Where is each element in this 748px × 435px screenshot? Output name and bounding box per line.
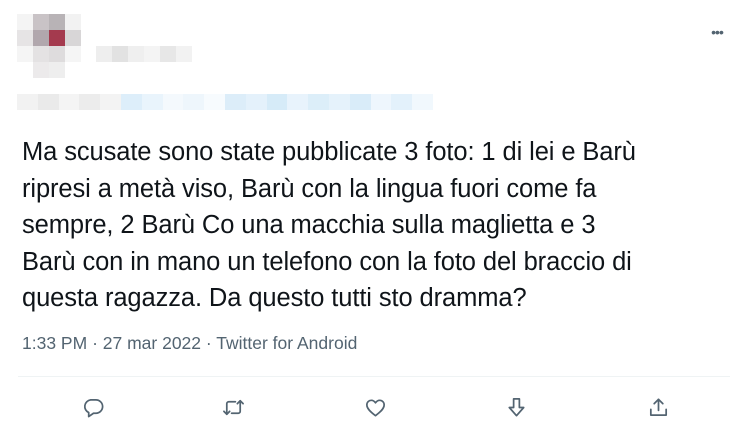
reply-button[interactable] (78, 392, 108, 422)
tweet-text-line: sempre, 2 Barù Co una macchia sulla magl… (22, 211, 596, 239)
share-button[interactable] (643, 392, 673, 422)
downvote-icon (507, 397, 525, 417)
tweet-text-line: questa ragazza. Da questo tutti sto dram… (22, 284, 527, 312)
like-icon (365, 398, 385, 417)
retweet-button[interactable] (218, 392, 248, 422)
tweet-time[interactable]: 1:33 PM (22, 333, 87, 353)
tweet-text-line: ripresi a metà viso, Barù con la lingua … (22, 174, 597, 203)
like-button[interactable] (360, 392, 390, 422)
tweet-text: Ma scusate sono state pubblicate 3 foto:… (22, 134, 734, 317)
reply-icon (83, 398, 103, 417)
divider (18, 376, 730, 377)
meta-separator: · (92, 333, 98, 353)
author-name-redacted[interactable] (96, 46, 192, 62)
more-icon: ••• (711, 24, 724, 40)
tweet-text-line: Barù con in mano un telefono con la foto… (22, 247, 632, 276)
retweet-icon (222, 399, 244, 415)
meta-separator: · (205, 333, 212, 353)
downvote-button[interactable] (501, 392, 531, 422)
tweet-text-line: Ma scusate sono state pubblicate 3 foto:… (22, 138, 636, 166)
tweet-meta: 1:33 PM · 27 mar 2022 · Twitter for Andr… (22, 333, 357, 354)
avatar[interactable] (17, 14, 81, 78)
tweet-source[interactable]: Twitter for Android (216, 333, 357, 353)
more-options-button[interactable]: ••• (700, 18, 734, 46)
share-icon (649, 397, 667, 416)
replying-to-redacted[interactable] (17, 94, 433, 110)
tweet-date[interactable]: 27 mar 2022 (103, 333, 201, 353)
